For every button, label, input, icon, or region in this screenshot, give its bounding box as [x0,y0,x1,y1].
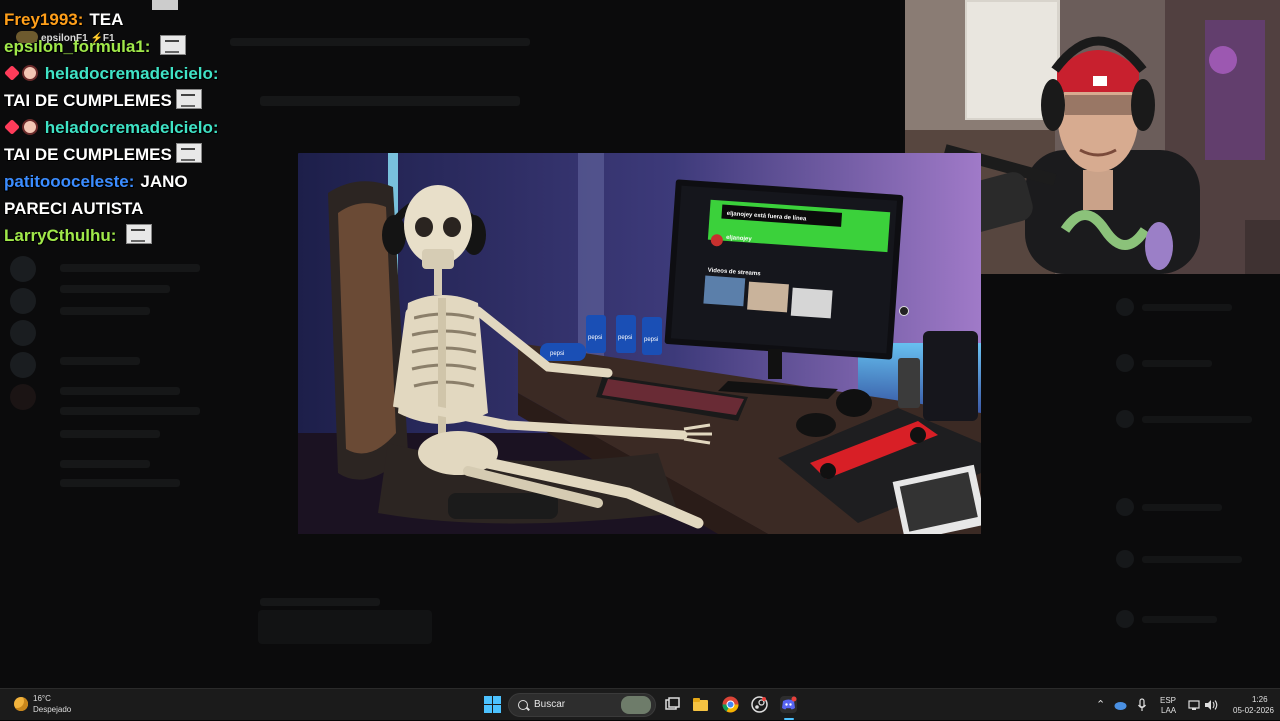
background-channel-row [60,357,140,365]
background-member-name [1142,556,1242,563]
chat-text: JANO [140,172,188,191]
chat-message: LarryCthulhu: [4,222,304,249]
keyboard-layout[interactable]: LAA [1161,706,1176,715]
background-member-avatar [1116,298,1134,316]
background-channel-row [60,430,160,438]
reply-avatar-icon [16,31,38,43]
clock-time[interactable]: 1:26 [1252,695,1268,704]
background-member-name [1142,616,1217,623]
background-server-icon [10,288,36,314]
weather-description: Despejado [33,705,72,714]
background-server-icon [10,384,36,410]
background-member-name [1142,416,1252,423]
search-icon [518,700,528,710]
weather-temperature: 16°C [33,694,51,703]
background-server-icon [10,256,36,282]
chat-text: TAI DE CUMPLEMES [4,91,172,110]
avatar-badge-icon [22,65,38,81]
chat-username: heladocremadelcielo: [44,64,219,83]
can-label: pepsi [618,335,632,341]
chat-text: TEA [89,10,124,29]
skeleton-gamer-image: eljanojey está fuera de línea eljanojey … [298,153,981,534]
can-label: pepsi [550,351,564,357]
mouse-cursor [899,306,909,316]
chrome-icon[interactable] [722,696,739,713]
can-label: pepsi [588,335,602,341]
start-button[interactable] [484,696,501,713]
chat-username: heladocremadelcielo: [44,118,219,137]
chat-message: patitoooceleste: JANO [4,168,304,195]
background-channel-row [60,387,180,395]
background-channel-row [60,479,180,487]
windows-logo-icon [493,696,501,704]
file-explorer-icon[interactable] [692,696,709,713]
rocket-badge-icon [4,65,20,81]
chat-message: PARECI AUTISTA [4,195,304,222]
chat-message: TAI DE CUMPLEMES [4,141,304,168]
background-message-author [260,598,380,606]
background-member-name [1142,504,1222,511]
background-member-avatar [1116,410,1134,428]
chat-emote-icon [175,89,202,109]
search-highlight-image [621,696,651,714]
chat-reply-tag: epsilonF1 ⚡F1 [16,31,115,44]
background-channel-row [60,264,200,272]
background-member-avatar [1116,354,1134,372]
background-channel-row [60,307,150,315]
discord-icon[interactable] [780,696,797,713]
background-server-icon [10,320,36,346]
chat-message: Frey1993: TEA [4,6,304,33]
chat-text: TAI DE CUMPLEMES [4,145,172,164]
background-member-avatar [1116,610,1134,628]
can-label: pepsi [644,337,658,343]
chat-message: heladocremadelcielo: [4,114,304,141]
stream-chat-overlay: Frey1993: TEA epsilonF1 ⚡F1 epsilon_formu… [4,0,304,249]
network-icon[interactable] [1188,699,1200,711]
background-server-list [0,250,44,550]
background-member-avatar [1116,498,1134,516]
chat-message: heladocremadelcielo: [4,60,304,87]
windows-taskbar: 16°C Despejado Buscar ⌃ ESP LAA 1:26 05-… [0,688,1280,720]
volume-icon[interactable] [1204,699,1218,711]
background-channel-row [60,460,150,468]
chevron-up-icon[interactable]: ⌃ [1096,698,1105,711]
skeleton-gamer-scene: eljanojey está fuera de línea eljanojey … [298,153,981,534]
background-member-avatar [1116,550,1134,568]
cloud-icon[interactable] [1114,699,1127,711]
windows-logo-icon [484,696,492,704]
background-channel-row [60,407,200,415]
microphone-icon[interactable] [1137,698,1147,712]
taskbar-search[interactable]: Buscar [508,693,656,717]
task-view-icon[interactable] [664,696,681,713]
chat-emote-icon [126,224,153,244]
chat-emote-icon [175,143,202,163]
chat-text: PARECI AUTISTA [4,199,144,218]
chat-username: Frey1993: [4,10,84,29]
background-channel-row [60,285,170,293]
system-tray: ⌃ ESP LAA 1:26 05-02-2026 [1094,689,1280,721]
rocket-badge-icon [4,119,20,135]
moon-icon [14,697,28,711]
clock-date[interactable]: 05-02-2026 [1233,706,1274,715]
steam-icon[interactable] [751,696,768,713]
windows-logo-icon [484,705,492,713]
windows-logo-icon [493,705,501,713]
language-code[interactable]: ESP [1160,696,1176,705]
chat-message: TAI DE CUMPLEMES [4,87,304,114]
reply-tag-text: epsilonF1 ⚡F1 [41,33,115,44]
chat-username: patitoooceleste: [4,172,135,191]
avatar-badge-icon [22,119,38,135]
chat-username: LarryCthulhu: [4,226,117,245]
search-placeholder: Buscar [534,699,566,710]
background-message-box [258,610,432,644]
background-member-list [1110,290,1280,670]
background-member-name [1142,360,1212,367]
chat-emote-icon [160,35,187,55]
background-member-name [1142,304,1232,311]
background-server-icon [10,352,36,378]
